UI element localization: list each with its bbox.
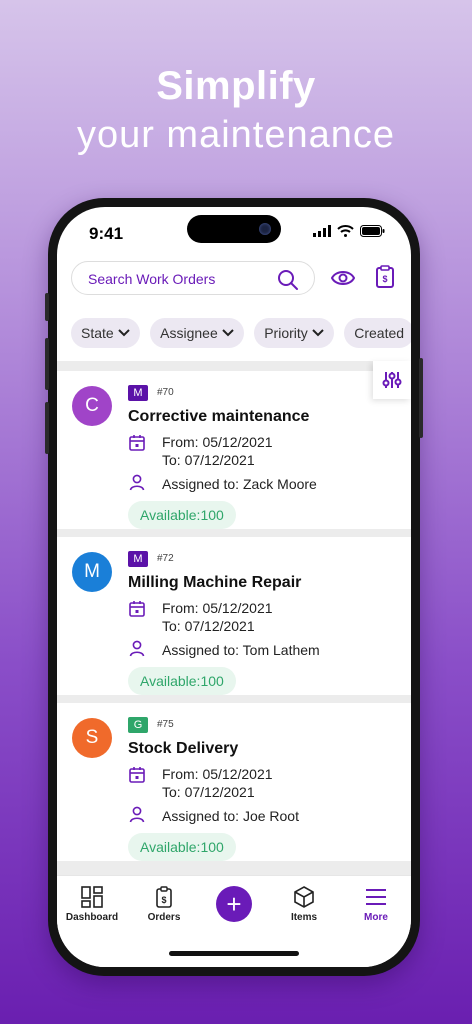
calendar-icon bbox=[129, 435, 145, 451]
filter-state[interactable]: State bbox=[71, 318, 140, 348]
side-button-volume-down bbox=[45, 402, 49, 454]
side-button-volume-up bbox=[45, 338, 49, 390]
tab-dashboard[interactable]: Dashboard bbox=[57, 886, 127, 923]
filter-chips: State Assignee Priority Created bbox=[71, 318, 411, 348]
eye-icon[interactable] bbox=[331, 267, 355, 289]
status-icons bbox=[313, 225, 385, 237]
work-order-from: From: 05/12/2021 bbox=[162, 766, 273, 782]
filter-assignee[interactable]: Assignee bbox=[150, 318, 244, 348]
avatar: C bbox=[72, 386, 112, 426]
chevron-down-icon bbox=[222, 329, 234, 337]
cube-icon bbox=[294, 886, 314, 908]
headline-subtitle: your maintenance bbox=[76, 114, 396, 156]
sliders-icon bbox=[382, 372, 402, 388]
dashboard-icon bbox=[81, 886, 103, 908]
work-order-assignee: Assigned to: Tom Lathem bbox=[162, 642, 320, 658]
work-order-card[interactable]: C M #70 Corrective maintenance From: 05/… bbox=[57, 371, 411, 529]
home-indicator bbox=[169, 951, 299, 956]
availability-badge: Available:100 bbox=[128, 501, 236, 529]
work-order-assignee: Assigned to: Joe Root bbox=[162, 808, 299, 824]
tab-items-label: Items bbox=[290, 912, 318, 923]
chevron-down-icon bbox=[312, 329, 324, 337]
work-order-title: Stock Delivery bbox=[128, 740, 239, 757]
availability-badge: Available:100 bbox=[128, 833, 236, 861]
tab-more[interactable]: More bbox=[341, 886, 411, 923]
calendar-icon bbox=[129, 601, 145, 617]
work-order-card[interactable]: M M #72 Milling Machine Repair From: 05/… bbox=[57, 537, 411, 695]
work-order-number: #70 bbox=[157, 387, 174, 398]
calendar-icon bbox=[129, 767, 145, 783]
work-order-from: From: 05/12/2021 bbox=[162, 434, 273, 450]
side-button-mute bbox=[45, 293, 49, 321]
work-order-type-badge: M bbox=[128, 551, 148, 567]
side-button-power bbox=[419, 358, 423, 438]
search-icon[interactable] bbox=[276, 268, 300, 292]
work-order-to: To: 07/12/2021 bbox=[162, 452, 255, 468]
work-order-number: #72 bbox=[157, 553, 174, 564]
filter-priority[interactable]: Priority bbox=[254, 318, 334, 348]
avatar: S bbox=[72, 718, 112, 758]
tab-dashboard-label: Dashboard bbox=[65, 912, 119, 923]
filter-created[interactable]: Created bbox=[344, 318, 411, 348]
work-order-number: #75 bbox=[157, 719, 174, 730]
user-icon bbox=[129, 640, 145, 657]
work-order-to: To: 07/12/2021 bbox=[162, 618, 255, 634]
work-order-type-badge: M bbox=[128, 385, 148, 401]
tab-more-label: More bbox=[364, 912, 388, 923]
work-order-assignee: Assigned to: Zack Moore bbox=[162, 476, 317, 492]
clipboard-dollar-icon[interactable]: $ bbox=[375, 265, 395, 289]
chevron-down-icon bbox=[117, 329, 130, 337]
filter-settings-button[interactable] bbox=[373, 361, 411, 399]
tab-orders-label: Orders bbox=[147, 912, 181, 923]
orders-icon: $ bbox=[156, 886, 172, 908]
work-order-list: C M #70 Corrective maintenance From: 05/… bbox=[57, 361, 411, 881]
status-time: 9:41 bbox=[89, 224, 124, 243]
headline-title: Simplify bbox=[156, 64, 316, 108]
user-icon bbox=[129, 806, 145, 823]
work-order-card[interactable]: S G #75 Stock Delivery From: 05/12/2021 … bbox=[57, 703, 411, 861]
tab-items[interactable]: Items bbox=[269, 886, 339, 923]
work-order-title: Milling Machine Repair bbox=[128, 574, 302, 591]
user-icon bbox=[129, 474, 145, 491]
svg-text:$: $ bbox=[161, 895, 166, 905]
tab-orders[interactable]: $ Orders bbox=[129, 886, 199, 923]
signal-icon bbox=[313, 225, 331, 237]
wifi-icon bbox=[337, 225, 354, 237]
availability-badge: Available:100 bbox=[128, 667, 236, 695]
svg-text:$: $ bbox=[382, 274, 387, 284]
menu-icon bbox=[366, 889, 386, 905]
avatar: M bbox=[72, 552, 112, 592]
battery-icon bbox=[360, 225, 385, 237]
phone-frame: 9:41 Search Work Orders $ State Assignee… bbox=[45, 198, 423, 976]
work-order-title: Corrective maintenance bbox=[128, 408, 310, 425]
work-order-from: From: 05/12/2021 bbox=[162, 600, 273, 616]
work-order-to: To: 07/12/2021 bbox=[162, 784, 255, 800]
dynamic-island bbox=[187, 215, 281, 243]
phone-screen: 9:41 Search Work Orders $ State Assignee… bbox=[57, 207, 411, 967]
search-placeholder: Search Work Orders bbox=[88, 271, 216, 287]
add-button[interactable]: + bbox=[216, 886, 252, 922]
work-order-type-badge: G bbox=[128, 717, 148, 733]
search-input[interactable]: Search Work Orders bbox=[71, 261, 315, 295]
